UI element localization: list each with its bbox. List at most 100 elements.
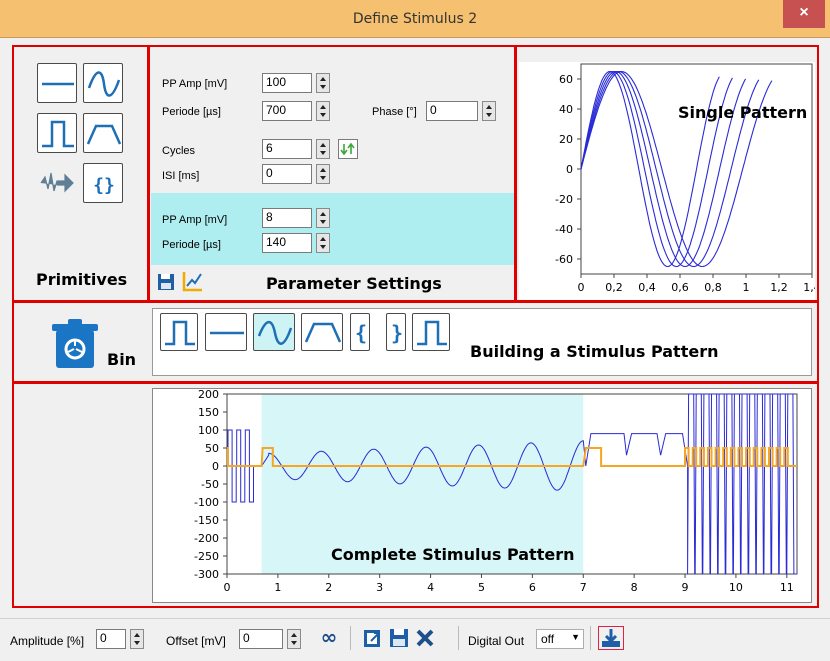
periode2-spinner[interactable] [316,233,330,253]
complete-y-tick-label: 150 [198,406,219,419]
single-y-tick-label: 0 [566,163,573,176]
cycles-label: Cycles [162,145,196,157]
periode-label: Periode [µs] [162,106,221,118]
isi-spinner[interactable] [316,164,330,184]
primitives-panel [12,45,149,302]
download-icon[interactable] [598,626,624,650]
single-pattern-label: Single Pattern [678,103,808,122]
digital-out-label: Digital Out [468,634,525,648]
complete-pattern-chart: 200 150 100 50 0 -50 -100 -150 -200 -250 -300 0 1 2 3 4… [194,388,798,594]
pulse-icon[interactable] [37,113,77,153]
complete-y-tick-label: -200 [194,532,219,545]
digital-out-select[interactable]: off ▼ [536,629,584,649]
single-y-tick-label: -60 [555,253,573,266]
single-x-tick-label: 1,4 [803,281,815,294]
builder-brace-open[interactable]: { [350,313,370,351]
isi-label: ISI [ms] [162,170,200,182]
pp-amp2-label: PP Amp [mV] [162,214,228,226]
builder-brace-close[interactable]: } [386,313,406,351]
single-y-tick-label: 40 [559,103,573,116]
pp-amp-spinner[interactable] [316,73,330,93]
complete-x-tick-label: 8 [631,581,638,594]
delete-icon[interactable] [414,627,436,649]
phase-input[interactable]: 0 [426,101,478,121]
builder-line-1[interactable] [205,313,247,351]
complete-y-tick-label: 0 [212,460,219,473]
builder-pulse-2[interactable] [412,313,450,351]
cycles-input[interactable]: 6 [262,139,312,159]
complete-x-tick-label: 9 [682,581,689,594]
complete-x-tick-label: 1 [274,581,281,594]
pp-amp2-spinner[interactable] [316,208,330,228]
complete-x-tick-label: 3 [376,581,383,594]
single-x-tick-label: 0,4 [638,281,656,294]
periode-input[interactable]: 700 [262,101,312,121]
complete-y-tick-label: -300 [194,568,219,581]
save-icon[interactable] [156,272,176,292]
svg-text:}: } [391,321,403,345]
complete-x-tick-label: 11 [780,581,794,594]
braces-icon[interactable]: {} [83,163,123,203]
builder-pulse-1[interactable] [160,313,198,351]
single-y-tick-label: -20 [555,193,573,206]
single-x-tick-label: 0,8 [704,281,722,294]
amplitude-label: Amplitude [%] [10,634,85,648]
single-x-tick-label: 0,2 [605,281,623,294]
complete-y-tick-label: -100 [194,496,219,509]
single-y-tick-label: -40 [555,223,573,236]
complete-x-tick-label: 4 [427,581,434,594]
complete-y-tick-label: 100 [198,424,219,437]
isi-input[interactable]: 0 [262,164,312,184]
toolbar-divider-3 [590,626,591,650]
trapezoid-icon[interactable] [83,113,123,153]
bin-label: Bin [107,350,137,369]
infinity-icon[interactable]: ∞ [316,625,342,649]
pp-amp-input[interactable]: 100 [262,73,312,93]
chevron-down-icon: ▼ [571,632,580,642]
toolbar-separator [0,618,830,619]
sine-icon[interactable] [83,63,123,103]
complete-x-tick-label: 0 [224,581,231,594]
periode-spinner[interactable] [316,101,330,121]
complete-pattern-label: Complete Stimulus Pattern [331,545,575,564]
building-pattern-label: Building a Stimulus Pattern [470,342,719,361]
complete-y-tick-label: -50 [201,478,219,491]
offset-spinner[interactable] [287,629,301,649]
single-pattern-chart: 60 40 20 0 -20 -40 -60 0 0,2 0,4 0,6 0,8 1 1,2 1,4 [555,63,815,294]
digital-out-value: off [541,632,555,646]
single-x-tick-label: 1 [743,281,750,294]
periode2-input[interactable]: 140 [262,233,312,253]
single-x-tick-label: 0 [578,281,585,294]
builder-trapezoid-1[interactable] [301,313,343,351]
primitives-label: Primitives [36,270,128,289]
bin-icon[interactable] [50,318,104,370]
complete-x-tick-label: 10 [729,581,743,594]
complete-y-tick-label: 50 [205,442,219,455]
svg-text:∞: ∞ [321,627,338,649]
export-icon[interactable] [362,627,384,649]
complete-y-tick-label: -150 [194,514,219,527]
toolbar-divider-1 [350,626,351,650]
svg-text:{}: {} [93,175,115,196]
phase-spinner[interactable] [482,101,496,121]
single-x-tick-label: 1,2 [770,281,788,294]
noise-icon[interactable] [37,163,77,203]
offset-label: Offset [mV] [166,634,226,648]
pp-amp-label: PP Amp [mV] [162,78,228,90]
offset-input[interactable]: 0 [239,629,283,649]
builder-sine-1[interactable] [253,313,295,351]
apply-icon[interactable] [180,270,204,292]
window-title: Define Stimulus 2 [352,11,478,27]
single-x-tick-label: 0,6 [671,281,689,294]
pp-amp2-input[interactable]: 8 [262,208,312,228]
line-icon[interactable] [37,63,77,103]
complete-x-tick-label: 5 [478,581,485,594]
sort-icon[interactable] [338,139,358,159]
cycles-spinner[interactable] [316,139,330,159]
amplitude-input[interactable]: 0 [96,629,126,649]
periode2-label: Periode [µs] [162,239,221,251]
complete-x-tick-label: 2 [325,581,332,594]
close-button[interactable]: × [783,0,825,28]
toolbar-save-icon[interactable] [388,627,410,649]
amplitude-spinner[interactable] [130,629,144,649]
